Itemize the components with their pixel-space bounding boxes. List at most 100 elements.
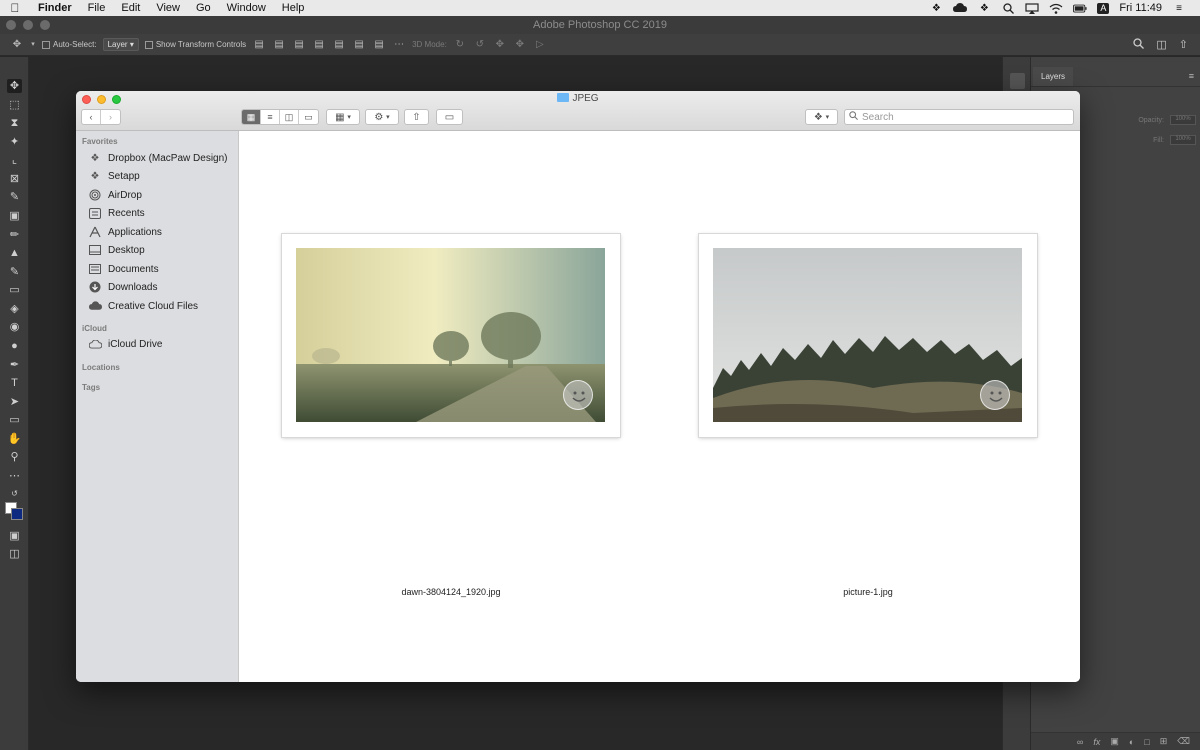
sidebar-item-dropbox[interactable]: ❖ Dropbox (MacPaw Design) [88, 150, 228, 166]
quick-mask-icon[interactable]: ▣ [7, 529, 22, 543]
sidebar-item-airdrop[interactable]: AirDrop [88, 187, 142, 203]
dropbox-status-icon[interactable]: ❖ [929, 3, 943, 14]
group-by-button[interactable]: ▦ ▾ [326, 109, 360, 125]
menu-clock[interactable]: Fri 11:49 [1119, 2, 1162, 14]
menu-app-finder[interactable]: Finder [30, 2, 80, 14]
marquee-tool-icon[interactable]: ⬚ [7, 98, 22, 112]
apple-menu-icon[interactable]:  [0, 1, 30, 15]
stamp-tool-icon[interactable]: ▲ [7, 246, 22, 260]
align-top-icon[interactable]: ▤ [312, 39, 326, 51]
rectangle-tool-icon[interactable]: ▭ [7, 413, 22, 427]
new-group-icon[interactable]: □ [1144, 737, 1149, 747]
show-transform-checkbox[interactable]: Show Transform Controls [144, 40, 246, 49]
menu-edit[interactable]: Edit [113, 2, 148, 14]
file-thumbnail-dawn[interactable] [282, 234, 620, 437]
forward-button[interactable]: › [101, 110, 120, 124]
close-button[interactable] [6, 20, 16, 30]
sidebar-tags-header[interactable]: Tags [82, 383, 100, 392]
column-view-button[interactable]: ◫ [280, 110, 299, 124]
sidebar-item-recents[interactable]: Recents [88, 205, 145, 221]
sidebar-item-desktop[interactable]: Desktop [88, 242, 145, 258]
eyedropper-tool-icon[interactable]: ✎ [7, 190, 22, 204]
wifi-icon[interactable] [1049, 3, 1063, 14]
swap-colors-icon[interactable]: ↺ [7, 487, 22, 501]
tab-layers[interactable]: Layers [1033, 67, 1074, 86]
icon-view-button[interactable]: ▦ [242, 110, 261, 124]
lasso-tool-icon[interactable]: ⧗ [7, 116, 22, 130]
menu-view[interactable]: View [148, 2, 188, 14]
action-button[interactable]: ⚙ ▾ [365, 109, 399, 125]
background-color-swatch[interactable] [11, 508, 23, 520]
magic-wand-tool-icon[interactable]: ✦ [7, 135, 22, 149]
layer-style-icon[interactable]: fx [1093, 737, 1100, 747]
pen-tool-icon[interactable]: ✒ [7, 358, 22, 372]
new-layer-icon[interactable]: ⊞ [1160, 736, 1168, 747]
move-tool-icon[interactable]: ✥ [10, 39, 24, 51]
layer-select[interactable]: Layer ▾ [102, 38, 139, 51]
workspace-icon[interactable]: ◫ [1156, 38, 1166, 52]
distribute-icon[interactable]: ▤ [372, 39, 386, 51]
eraser-tool-icon[interactable]: ▭ [7, 283, 22, 297]
sidebar-item-setapp[interactable]: ❖ Setapp [88, 168, 140, 184]
crop-tool-icon[interactable]: ⌞ [7, 153, 22, 167]
brush-tool-icon[interactable]: ✏ [7, 228, 22, 242]
search-icon[interactable] [1001, 2, 1015, 14]
menu-go[interactable]: Go [188, 2, 219, 14]
menu-file[interactable]: File [80, 2, 114, 14]
zoom-tool-icon[interactable]: ⚲ [7, 450, 22, 464]
delete-layer-icon[interactable]: ⌫ [1177, 736, 1190, 747]
sidebar-item-icloud-drive[interactable]: iCloud Drive [88, 336, 162, 352]
sidebar-item-downloads[interactable]: Downloads [88, 279, 157, 295]
airplay-icon[interactable] [1025, 2, 1040, 14]
screen-mode-icon[interactable]: ◫ [7, 547, 22, 561]
list-view-button[interactable]: ≡ [261, 110, 280, 124]
frame-tool-icon[interactable]: ⊠ [7, 172, 22, 186]
hand-tool-icon[interactable]: ✋ [7, 432, 22, 446]
align-left-icon[interactable]: ▤ [252, 39, 266, 51]
panel-menu-icon[interactable]: ≡ [1189, 71, 1194, 81]
layer-mask-icon[interactable]: ▣ [1110, 736, 1119, 747]
fill-input[interactable]: 100% [1170, 135, 1196, 145]
file-thumbnail-picture-1[interactable] [699, 234, 1037, 437]
align-center-icon[interactable]: ▤ [272, 39, 286, 51]
history-panel-icon[interactable] [1010, 73, 1025, 89]
blur-tool-icon[interactable]: ◉ [7, 320, 22, 334]
type-tool-icon[interactable]: T [7, 376, 22, 390]
zoom-button[interactable] [40, 20, 50, 30]
more-options-icon[interactable]: ⋯ [392, 39, 406, 51]
file-name-dawn[interactable]: dawn-3804124_1920.jpg [282, 587, 620, 597]
history-brush-tool-icon[interactable]: ✎ [7, 265, 22, 279]
sidebar-locations-header[interactable]: Locations [82, 363, 120, 372]
move-tool-icon[interactable]: ✥ [7, 79, 22, 93]
menu-window[interactable]: Window [219, 2, 274, 14]
sidebar-item-creative-cloud[interactable]: Creative Cloud Files [88, 298, 198, 314]
opacity-input[interactable]: 100% [1170, 115, 1196, 125]
battery-icon[interactable] [1073, 3, 1087, 14]
menu-help[interactable]: Help [274, 2, 313, 14]
file-name-picture-1[interactable]: picture-1.jpg [699, 587, 1037, 597]
dropbox-icon[interactable]: ❖ [977, 3, 991, 14]
gallery-view-button[interactable]: ▭ [299, 110, 318, 124]
align-middle-icon[interactable]: ▤ [332, 39, 346, 51]
creative-cloud-icon[interactable] [953, 3, 968, 14]
healing-tool-icon[interactable]: ▣ [7, 209, 22, 223]
chevron-down-icon[interactable]: ▾ [30, 39, 36, 51]
input-source-icon[interactable]: A [1097, 2, 1110, 14]
notification-center-icon[interactable]: ≡ [1172, 3, 1186, 14]
tags-button[interactable]: ▭ [436, 109, 463, 125]
minimize-button[interactable] [23, 20, 33, 30]
path-selection-tool-icon[interactable]: ➤ [7, 395, 22, 409]
edit-toolbar-icon[interactable]: ⋯ [7, 469, 22, 483]
align-bottom-icon[interactable]: ▤ [352, 39, 366, 51]
share-button[interactable]: ⇧ [404, 109, 429, 125]
back-button[interactable]: ‹ [82, 110, 101, 124]
adjustment-layer-icon[interactable]: ◐ [1129, 737, 1134, 747]
search-icon[interactable] [1133, 37, 1145, 52]
auto-select-checkbox[interactable]: Auto-Select: [42, 40, 97, 49]
dropbox-button[interactable]: ❖ ▾ [805, 109, 838, 125]
align-right-icon[interactable]: ▤ [292, 39, 306, 51]
sidebar-item-documents[interactable]: Documents [88, 261, 159, 277]
sidebar-item-applications[interactable]: Applications [88, 224, 162, 240]
dodge-tool-icon[interactable]: ● [7, 339, 22, 353]
share-icon[interactable]: ⇧ [1179, 38, 1188, 52]
